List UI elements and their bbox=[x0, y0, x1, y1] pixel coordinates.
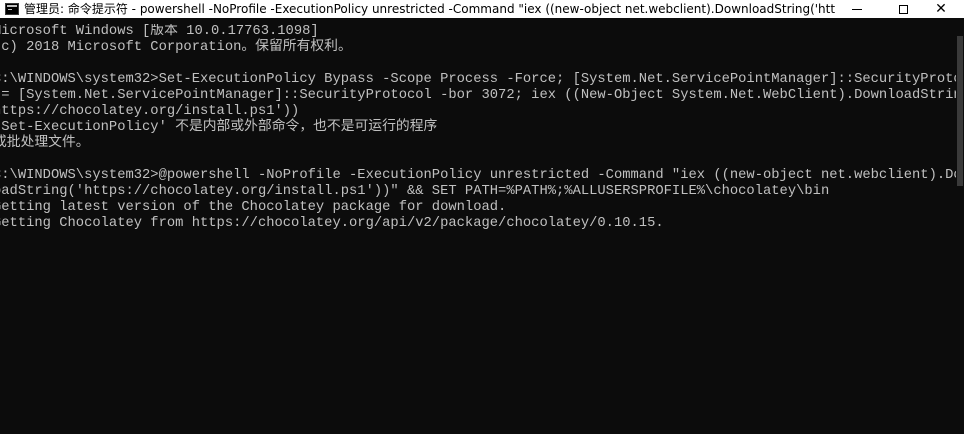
command-prompt-icon[interactable] bbox=[5, 3, 19, 15]
console-line: oadString('https://chocolatey.org/instal… bbox=[0, 184, 830, 199]
console-line: C:\WINDOWS\system32>Set-ExecutionPolicy … bbox=[0, 72, 956, 87]
console-output[interactable]: Microsoft Windows [版本 10.0.17763.1098] (… bbox=[0, 24, 956, 434]
console-line: C:\WINDOWS\system32>@powershell -NoProfi… bbox=[0, 168, 956, 183]
console-line: 'Set-ExecutionPolicy' 不是内部或外部命令，也不是可运行的程… bbox=[0, 120, 438, 135]
maximize-icon bbox=[898, 4, 908, 14]
console-line: 或批处理文件。 bbox=[0, 136, 90, 151]
window-title: 管理员: 命令提示符 - powershell -NoProfile -Exec… bbox=[24, 2, 836, 16]
close-icon: ✕ bbox=[935, 1, 947, 17]
console-line: Microsoft Windows [版本 10.0.17763.1098] bbox=[0, 24, 319, 39]
command-prompt-window: 管理员: 命令提示符 - powershell -NoProfile -Exec… bbox=[0, 0, 964, 434]
title-bar[interactable]: 管理员: 命令提示符 - powershell -NoProfile -Exec… bbox=[0, 0, 964, 18]
minimize-icon bbox=[852, 8, 862, 10]
console-line: = [System.Net.ServicePointManager]::Secu… bbox=[0, 88, 956, 103]
vertical-scrollbar[interactable] bbox=[956, 18, 964, 434]
console-line: https://chocolatey.org/install.ps1')) bbox=[0, 104, 300, 119]
console-line: Getting latest version of the Chocolatey… bbox=[0, 200, 507, 215]
scrollbar-thumb[interactable] bbox=[957, 36, 963, 186]
console-line: Getting Chocolatey from https://chocolat… bbox=[0, 216, 664, 231]
minimize-button[interactable] bbox=[834, 0, 880, 18]
console-line: (c) 2018 Microsoft Corporation。保留所有权利。 bbox=[0, 40, 352, 55]
close-button[interactable]: ✕ bbox=[918, 0, 964, 18]
